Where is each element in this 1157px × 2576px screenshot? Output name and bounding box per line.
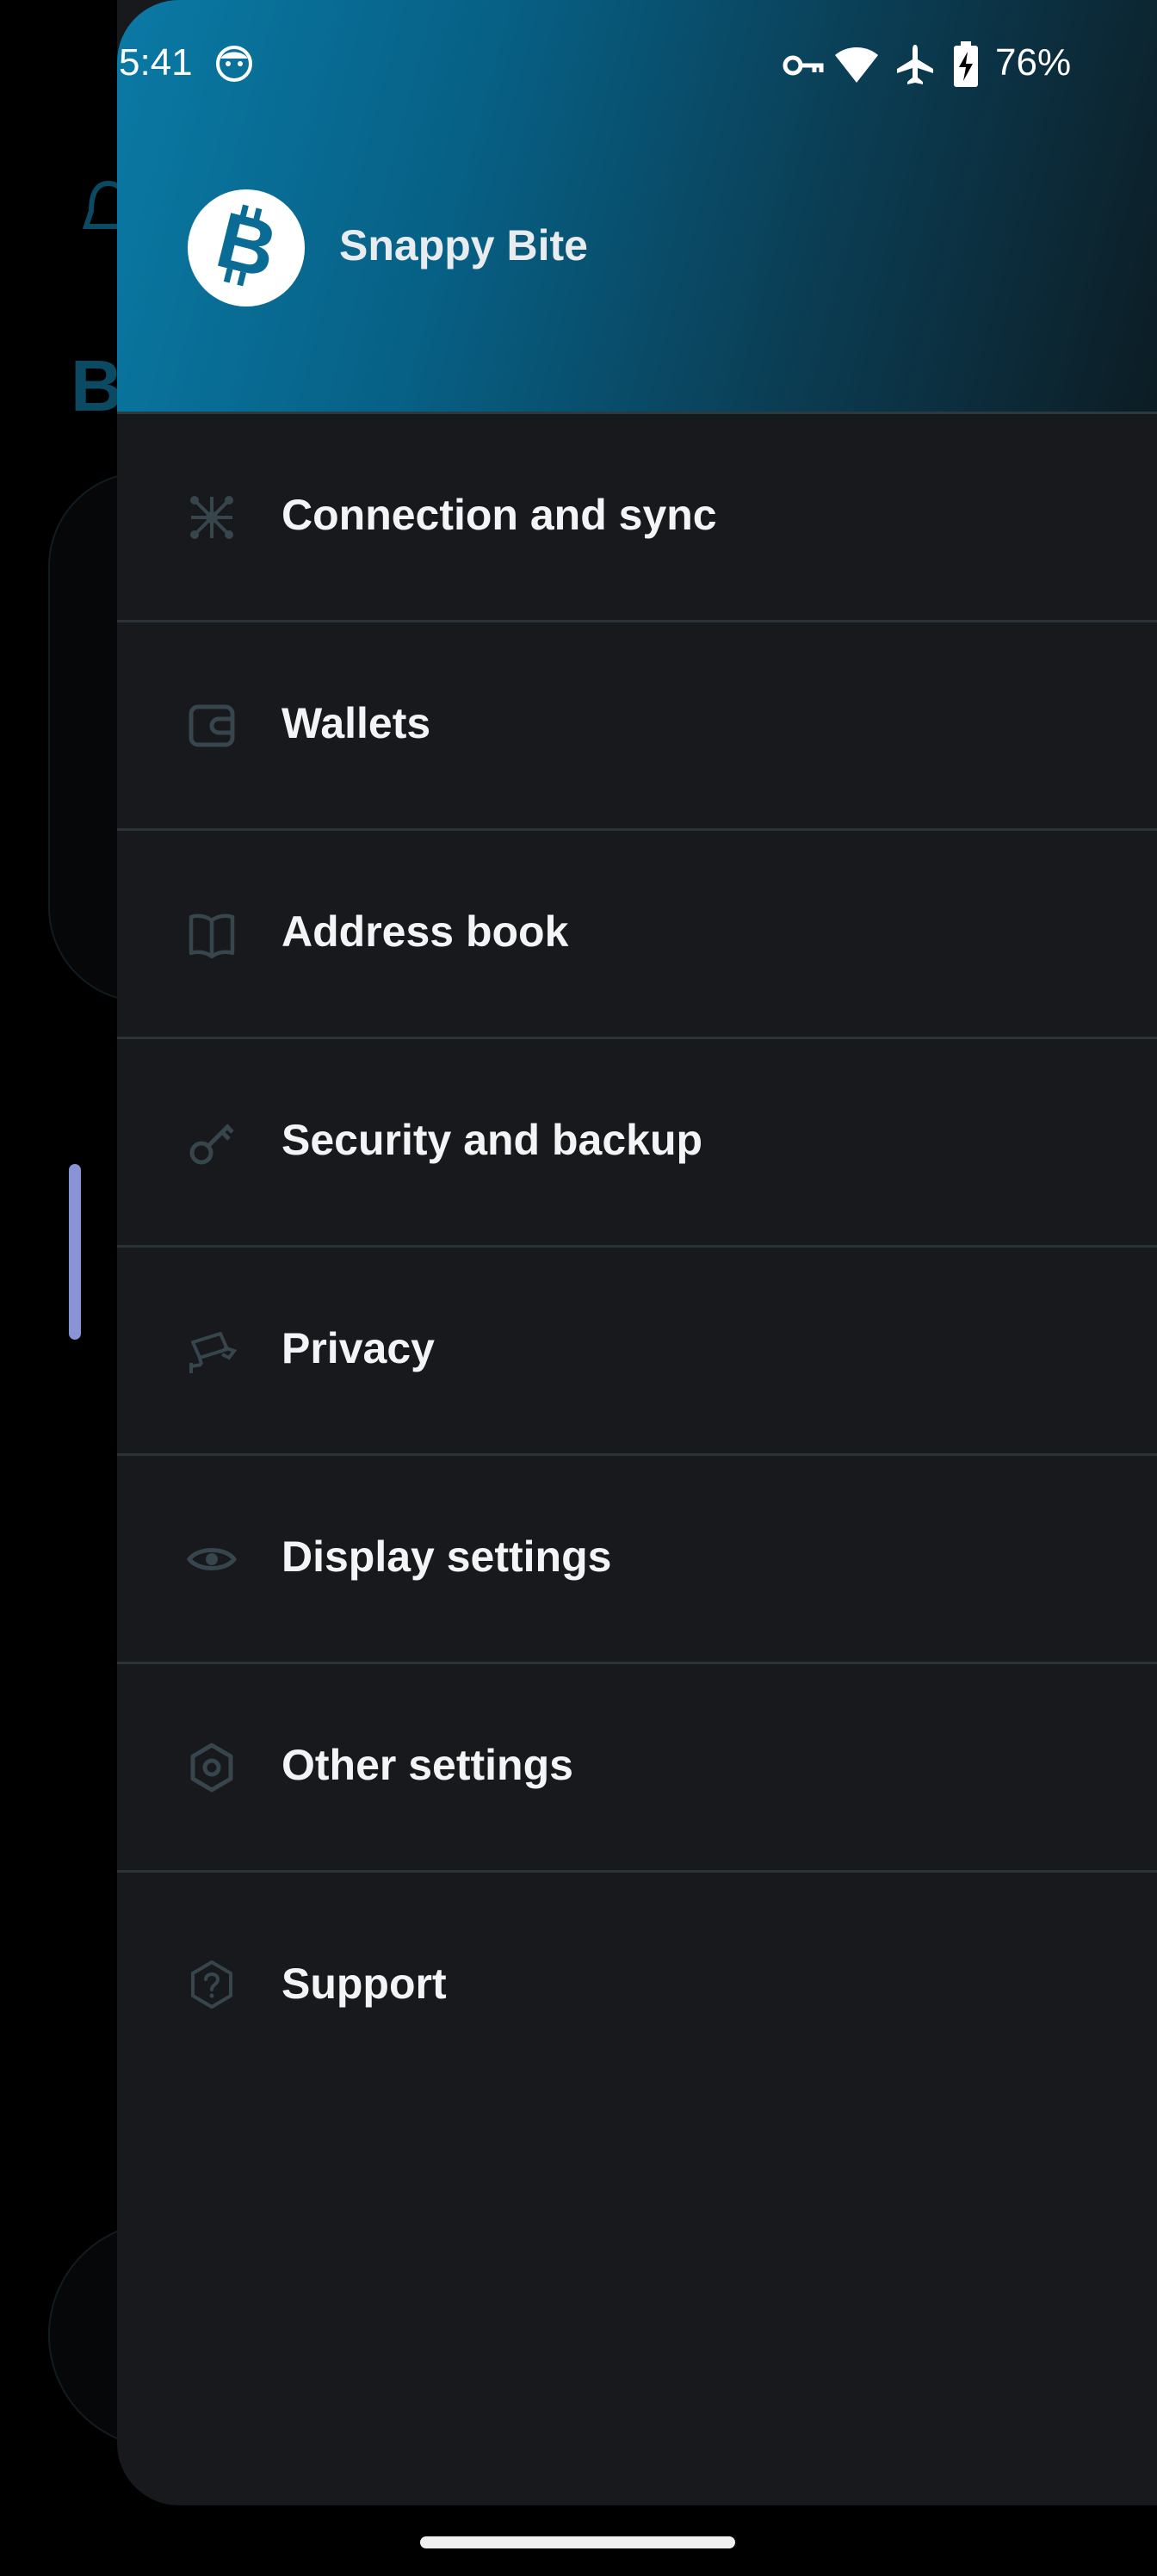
help-hexagon-icon bbox=[191, 1960, 232, 2009]
battery-charging-icon bbox=[954, 41, 978, 87]
hexagon-settings-icon bbox=[190, 1743, 233, 1793]
wifi-icon bbox=[835, 47, 878, 83]
status-time: 5:41 bbox=[119, 41, 193, 84]
menu-item-privacy[interactable]: Privacy bbox=[117, 1248, 1157, 1456]
background-heading: B bbox=[71, 345, 123, 426]
surveillance-camera-icon bbox=[189, 1332, 238, 1373]
background-scrollbar bbox=[69, 1164, 81, 1340]
airplane-mode-icon bbox=[897, 45, 933, 84]
menu-item-label: Other settings bbox=[282, 1741, 573, 1789]
menu-item-label: Security and backup bbox=[282, 1116, 703, 1164]
wallet-avatar[interactable]: B bbox=[188, 189, 305, 307]
battery-percentage: 76% bbox=[995, 41, 1072, 84]
menu-item-support[interactable]: Support bbox=[117, 1873, 1157, 2096]
menu-item-address-book[interactable]: Address book bbox=[117, 831, 1157, 1039]
eye-icon bbox=[186, 1548, 238, 1570]
key-icon bbox=[189, 1124, 234, 1165]
menu-item-connection-and-sync[interactable]: Connection and sync bbox=[117, 414, 1157, 622]
menu-item-security-and-backup[interactable]: Security and backup bbox=[117, 1039, 1157, 1248]
navigation-drawer: B Snappy Bite Connection and sync Wallet… bbox=[117, 0, 1157, 2505]
book-icon bbox=[189, 913, 235, 959]
menu-item-other-settings[interactable]: Other settings bbox=[117, 1664, 1157, 1873]
wallet-icon bbox=[189, 704, 235, 747]
menu-item-label: Support bbox=[282, 1960, 447, 2008]
menu-item-label: Connection and sync bbox=[282, 491, 717, 539]
network-nodes-icon bbox=[190, 496, 233, 539]
menu-item-label: Address book bbox=[282, 907, 569, 956]
bitcoin-icon: B bbox=[208, 196, 285, 295]
menu-item-display-settings[interactable]: Display settings bbox=[117, 1456, 1157, 1664]
menu-item-wallets[interactable]: Wallets bbox=[117, 622, 1157, 831]
menu-item-label: Privacy bbox=[282, 1324, 435, 1372]
menu-item-label: Display settings bbox=[282, 1533, 612, 1581]
menu-item-label: Wallets bbox=[282, 699, 431, 747]
drawer-menu: Connection and sync Wallets Address book… bbox=[117, 414, 1157, 2096]
status-bar: 5:41 76% bbox=[117, 34, 1116, 100]
vpn-key-icon bbox=[783, 55, 824, 76]
home-indicator[interactable] bbox=[420, 2536, 735, 2548]
wallet-name[interactable]: Snappy Bite bbox=[339, 220, 588, 270]
face-icon bbox=[216, 46, 252, 82]
